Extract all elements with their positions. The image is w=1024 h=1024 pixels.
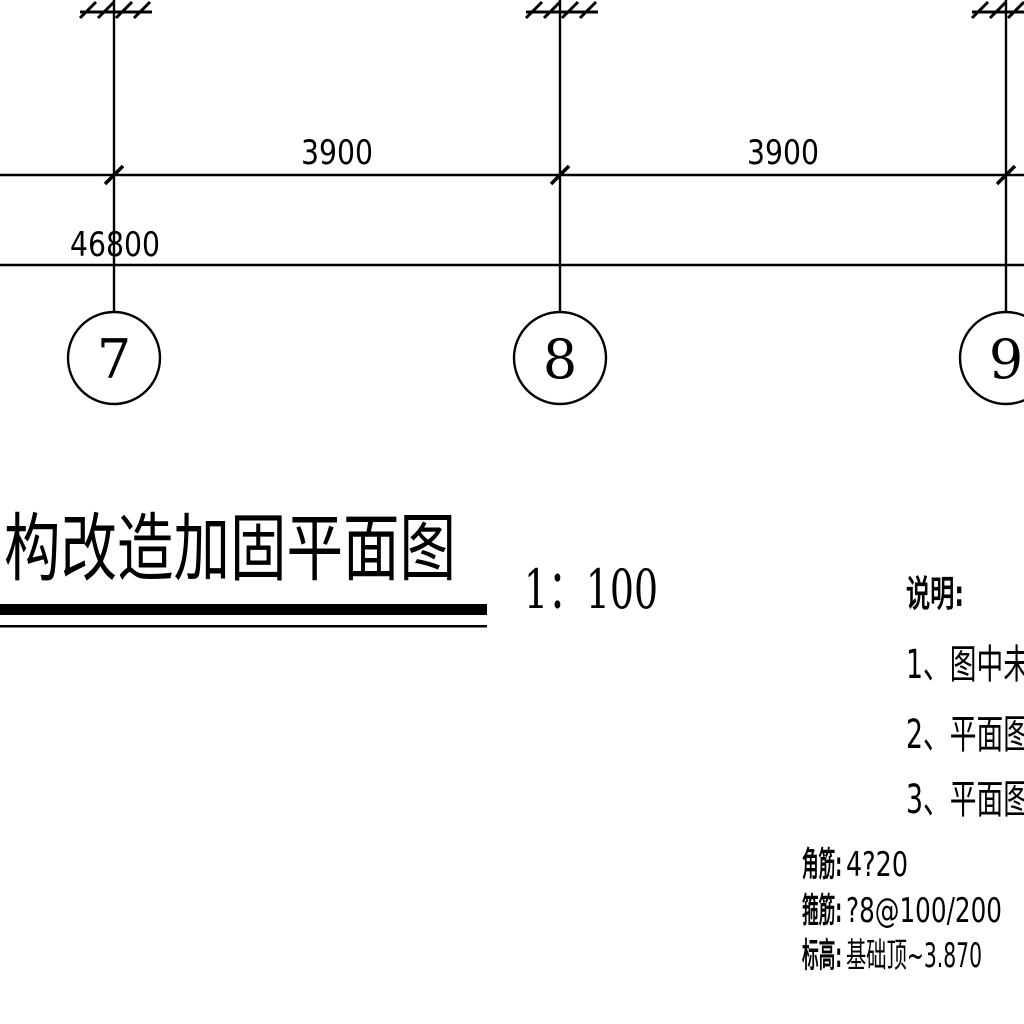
note-item-2: 2、平面图 — [906, 712, 1024, 758]
note-item-3: 3、平面图 — [906, 777, 1024, 823]
title-underline-thin — [0, 625, 487, 628]
axis-label-8: 8 — [543, 328, 577, 391]
dimension-span-7-8: 3900 — [301, 133, 373, 173]
notes-heading: 说明: — [906, 574, 964, 615]
title-underline-thick — [0, 604, 487, 615]
grid-lines — [0, 0, 1024, 406]
stirrup-value: ?8@100/200 — [846, 891, 1002, 931]
dimension-total: 46800 — [70, 225, 160, 265]
dimension-span-8-9: 3900 — [747, 133, 819, 173]
elevation-label: 标高: — [802, 936, 842, 976]
main-rebar-label: 角筋: — [802, 845, 842, 885]
drawing-scale: 1：100 — [524, 558, 658, 621]
axis-label-7: 7 — [97, 328, 131, 391]
drawing-title: 构改造加固平面图 — [4, 506, 456, 592]
elevation-value: 基础顶~3.870 — [846, 936, 982, 976]
main-rebar-value: 4?20 — [846, 845, 908, 885]
note-item-1: 1、图中未 — [906, 642, 1024, 688]
floor-plan-drawing: 3900 3900 46800 7 8 9 构改造加固平面图 1：100 说明:… — [0, 0, 1024, 976]
stirrup-label: 箍筋: — [802, 891, 842, 931]
axis-label-9: 9 — [989, 328, 1023, 391]
top-ticks — [78, 0, 1024, 20]
